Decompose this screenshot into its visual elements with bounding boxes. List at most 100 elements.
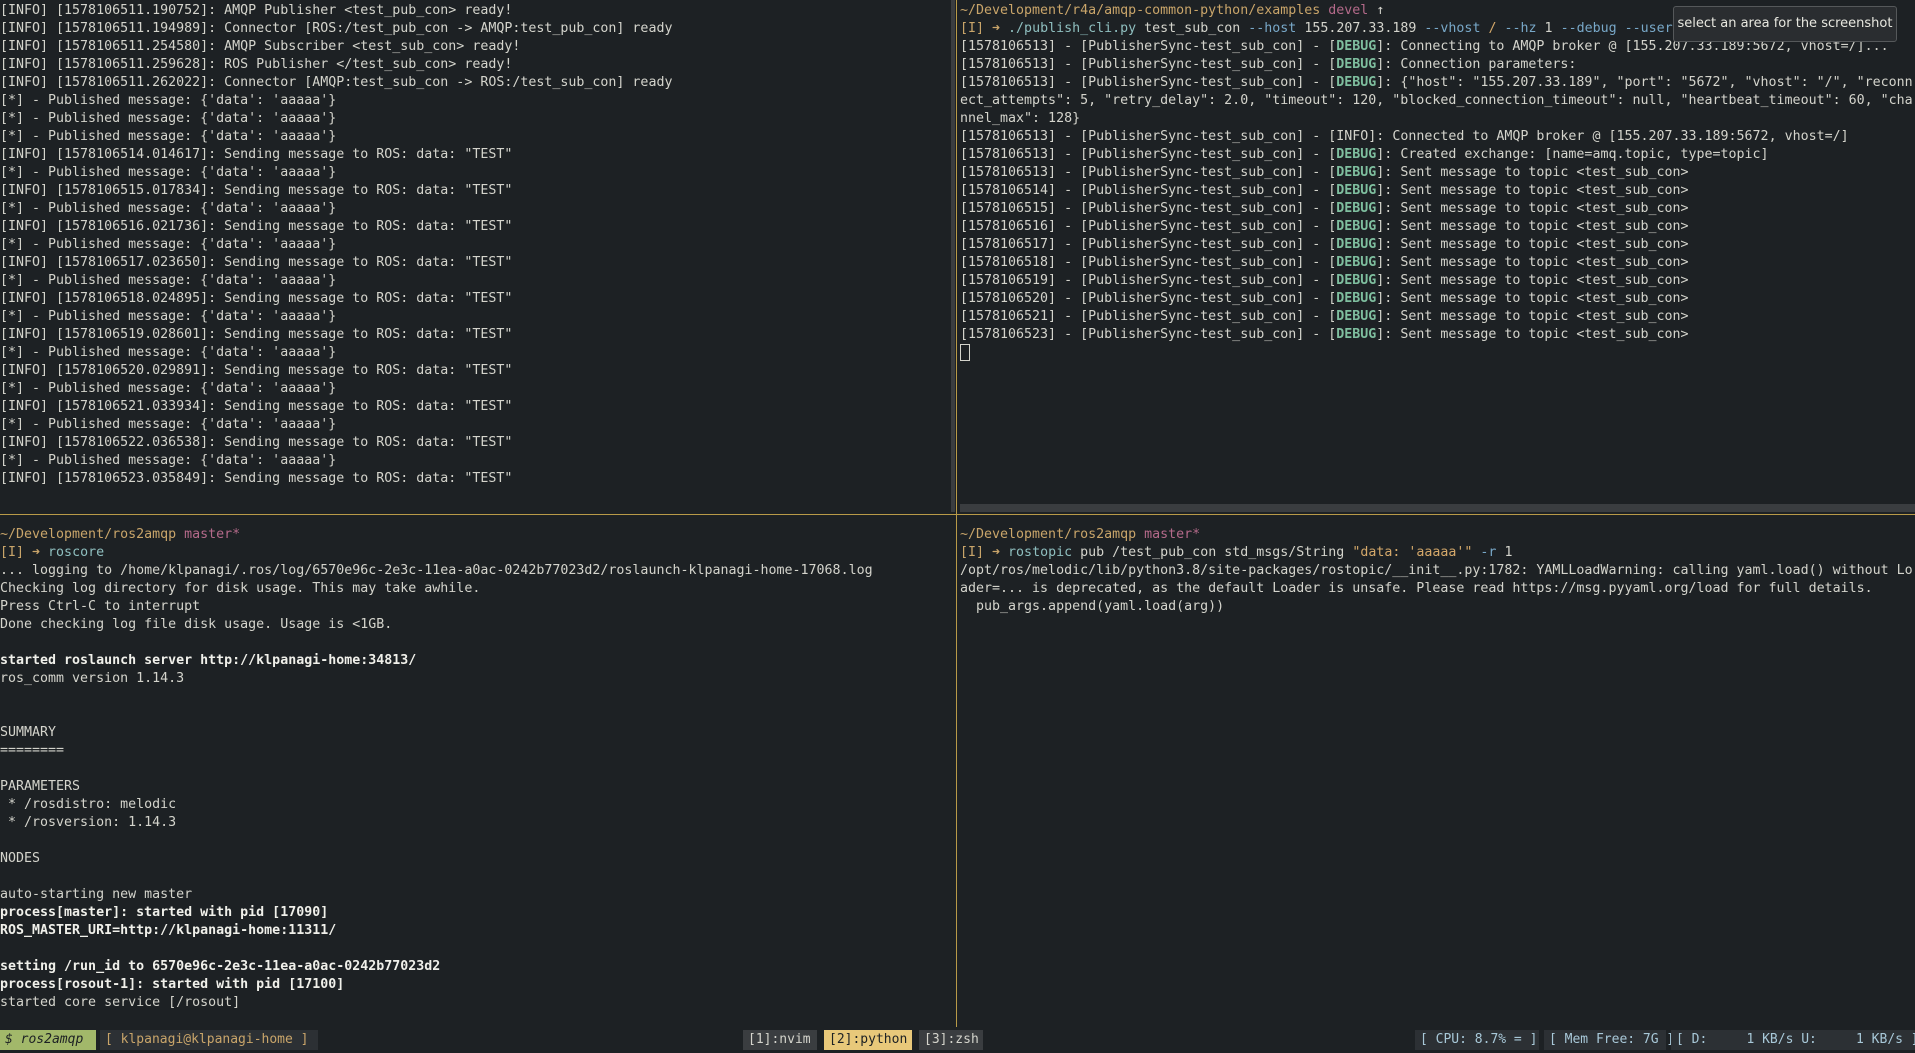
log-level: DEBUG	[1336, 201, 1377, 216]
log-level: DEBUG	[1336, 147, 1377, 162]
pane-horizontal-scrollbar[interactable]	[960, 504, 1915, 512]
log-message: ]: {"host": "155.207.33.189", "port": "5…	[1376, 75, 1913, 90]
command-name: roscore	[48, 545, 105, 560]
log-message: ]: Sent message to topic <test_sub_con>	[1376, 201, 1689, 216]
cursor-line	[960, 344, 1915, 362]
log-prefix: [1578106516] - [PublisherSync-test_sub_c…	[960, 219, 1337, 234]
output-line: Checking log directory for disk usage. T…	[0, 581, 481, 596]
log-line: [*] - Published message: {'data': 'aaaaa…	[0, 237, 337, 252]
log-line: [*] - Published message: {'data': 'aaaaa…	[0, 273, 337, 288]
log-line: [1578106516] - [PublisherSync-test_sub_c…	[960, 218, 1915, 236]
output-line: started roslaunch server http://klpanagi…	[0, 653, 417, 668]
prompt-symbol: [I] ➜	[960, 545, 1001, 560]
log-prefix: [1578106518] - [PublisherSync-test_sub_c…	[960, 255, 1337, 270]
output-line: NODES	[0, 851, 41, 866]
log-level: DEBUG	[1336, 255, 1377, 270]
log-line: [INFO] [1578106519.028601]: Sending mess…	[0, 327, 513, 342]
session-name[interactable]: $ ros2amqp	[0, 1030, 96, 1050]
tmux-status-bar: $ ros2amqp [ klpanagi@klpanagi-home ] [1…	[0, 1027, 1915, 1053]
log-level: DEBUG	[1336, 39, 1377, 54]
log-line: [INFO] [1578106516.021736]: Sending mess…	[0, 219, 513, 234]
log-line: [1578106519] - [PublisherSync-test_sub_c…	[960, 272, 1915, 290]
output-line: auto-starting new master	[0, 887, 193, 902]
log-prefix: [1578106521] - [PublisherSync-test_sub_c…	[960, 309, 1337, 324]
log-line: [INFO] [1578106520.029891]: Sending mess…	[0, 363, 513, 378]
command-line: [I] ➜ roscore	[0, 544, 955, 562]
log-message: ]: Connection parameters:	[1376, 57, 1577, 72]
prompt-symbol: [I] ➜	[0, 545, 41, 560]
log-line: [*] - Published message: {'data': 'aaaaa…	[0, 345, 337, 360]
log-line: [1578106513] - [PublisherSync-test_sub_c…	[960, 146, 1915, 164]
prompt-symbol: [I] ➜	[960, 21, 1001, 36]
log-line: [*] - Published message: {'data': 'aaaaa…	[0, 129, 337, 144]
log-line: [*] - Published message: {'data': 'aaaaa…	[0, 453, 337, 468]
log-level: DEBUG	[1336, 291, 1377, 306]
log-line: [INFO] [1578106511.254580]: AMQP Subscri…	[0, 39, 521, 54]
log-message: ]: Connected to AMQP broker @ [155.207.3…	[1368, 129, 1849, 144]
log-line: [1578106520] - [PublisherSync-test_sub_c…	[960, 290, 1915, 308]
log-line: [1578106513] - [PublisherSync-test_sub_c…	[960, 56, 1915, 74]
log-message: ]: Sent message to topic <test_sub_con>	[1376, 273, 1689, 288]
log-prefix: [1578106520] - [PublisherSync-test_sub_c…	[960, 291, 1337, 306]
command-name: rostopic	[1008, 545, 1073, 560]
log-line: [*] - Published message: {'data': 'aaaaa…	[0, 93, 337, 108]
log-message: ect_attempts": 5, "retry_delay": 2.0, "t…	[960, 93, 1913, 108]
window-tab-nvim[interactable]: [1]:nvim	[743, 1030, 817, 1050]
log-level: DEBUG	[1336, 327, 1377, 342]
host-label: [ klpanagi@klpanagi-home ]	[100, 1030, 318, 1050]
output-line: ros_comm version 1.14.3	[0, 671, 185, 686]
log-message: ]: Sent message to topic <test_sub_con>	[1376, 327, 1689, 342]
command-arg: --hz	[1504, 21, 1537, 36]
log-level: INFO	[1336, 129, 1369, 144]
prompt-header: ~/Development/ros2amqp master*	[960, 526, 1915, 544]
output-line: /opt/ros/melodic/lib/python3.8/site-pack…	[960, 563, 1913, 578]
log-message: ]: Sent message to topic <test_sub_con>	[1376, 219, 1689, 234]
log-line: [1578106514] - [PublisherSync-test_sub_c…	[960, 182, 1915, 200]
log-level: DEBUG	[1336, 273, 1377, 288]
command-name: ./publish_cli.py	[1008, 21, 1137, 36]
log-level: DEBUG	[1336, 183, 1377, 198]
log-line: [INFO] [1578106522.036538]: Sending mess…	[0, 435, 513, 450]
log-prefix: [1578106513] - [PublisherSync-test_sub_c…	[960, 39, 1337, 54]
log-message: ]: Sent message to topic <test_sub_con>	[1376, 255, 1689, 270]
log-prefix: [1578106513] - [PublisherSync-test_sub_c…	[960, 129, 1337, 144]
terminal-pane-publisher[interactable]: ~/Development/r4a/amqp-common-python/exa…	[960, 0, 1915, 513]
terminal-cursor	[960, 344, 970, 361]
log-prefix: [1578106513] - [PublisherSync-test_sub_c…	[960, 147, 1337, 162]
window-tab-python[interactable]: [2]:python	[824, 1030, 912, 1050]
command-arg: -r	[1480, 545, 1497, 560]
command-arg: pub /test_pub_con std_msgs/String	[1080, 545, 1345, 560]
pane-divider-horizontal[interactable]	[0, 514, 1915, 515]
output-line: * /rosdistro: melodic	[0, 797, 177, 812]
log-line: [INFO] [1578106515.017834]: Sending mess…	[0, 183, 513, 198]
output-line: ROS_MASTER_URI=http://klpanagi-home:1131…	[0, 923, 337, 938]
pane-scrollbar[interactable]	[951, 0, 955, 512]
memory-status: [ Mem Free: 7G ]	[1544, 1030, 1674, 1050]
log-level: DEBUG	[1336, 165, 1377, 180]
log-line: [1578106515] - [PublisherSync-test_sub_c…	[960, 200, 1915, 218]
cwd-path: ~/Development/r4a/amqp-common-python/exa…	[960, 3, 1321, 18]
log-line: [INFO] [1578106518.024895]: Sending mess…	[0, 291, 513, 306]
log-line: nnel_max": 128}	[960, 110, 1915, 128]
cwd-path: ~/Development/ros2amqp	[0, 527, 177, 542]
log-line: [INFO] [1578106511.262022]: Connector [A…	[0, 75, 673, 90]
output-line: setting /run_id to 6570e96c-2e3c-11ea-a0…	[0, 959, 441, 974]
command-arg: --host	[1248, 21, 1297, 36]
cpu-status: [ CPU: 8.7% = ]	[1415, 1030, 1539, 1050]
terminal-pane-connector-log[interactable]: [INFO] [1578106511.190752]: AMQP Publish…	[0, 0, 955, 513]
prompt-header: ~/Development/ros2amqp master*	[0, 526, 955, 544]
log-line: [INFO] [1578106511.259628]: ROS Publishe…	[0, 57, 513, 72]
git-branch: master*	[1144, 527, 1201, 542]
terminal-pane-rostopic[interactable]: ~/Development/ros2amqp master* [I] ➜ rost…	[960, 518, 1915, 1026]
log-message: ]: Sent message to topic <test_sub_con>	[1376, 309, 1689, 324]
window-tab-zsh[interactable]: [3]:zsh	[919, 1030, 983, 1050]
log-line: [INFO] [1578106523.035849]: Sending mess…	[0, 471, 513, 486]
command-arg: 1	[1544, 21, 1553, 36]
terminal-pane-roscore[interactable]: ~/Development/ros2amqp master* [I] ➜ rosc…	[0, 518, 955, 1026]
log-line: [1578106513] - [PublisherSync-test_sub_c…	[960, 164, 1915, 182]
output-line: process[rosout-1]: started with pid [171…	[0, 977, 345, 992]
